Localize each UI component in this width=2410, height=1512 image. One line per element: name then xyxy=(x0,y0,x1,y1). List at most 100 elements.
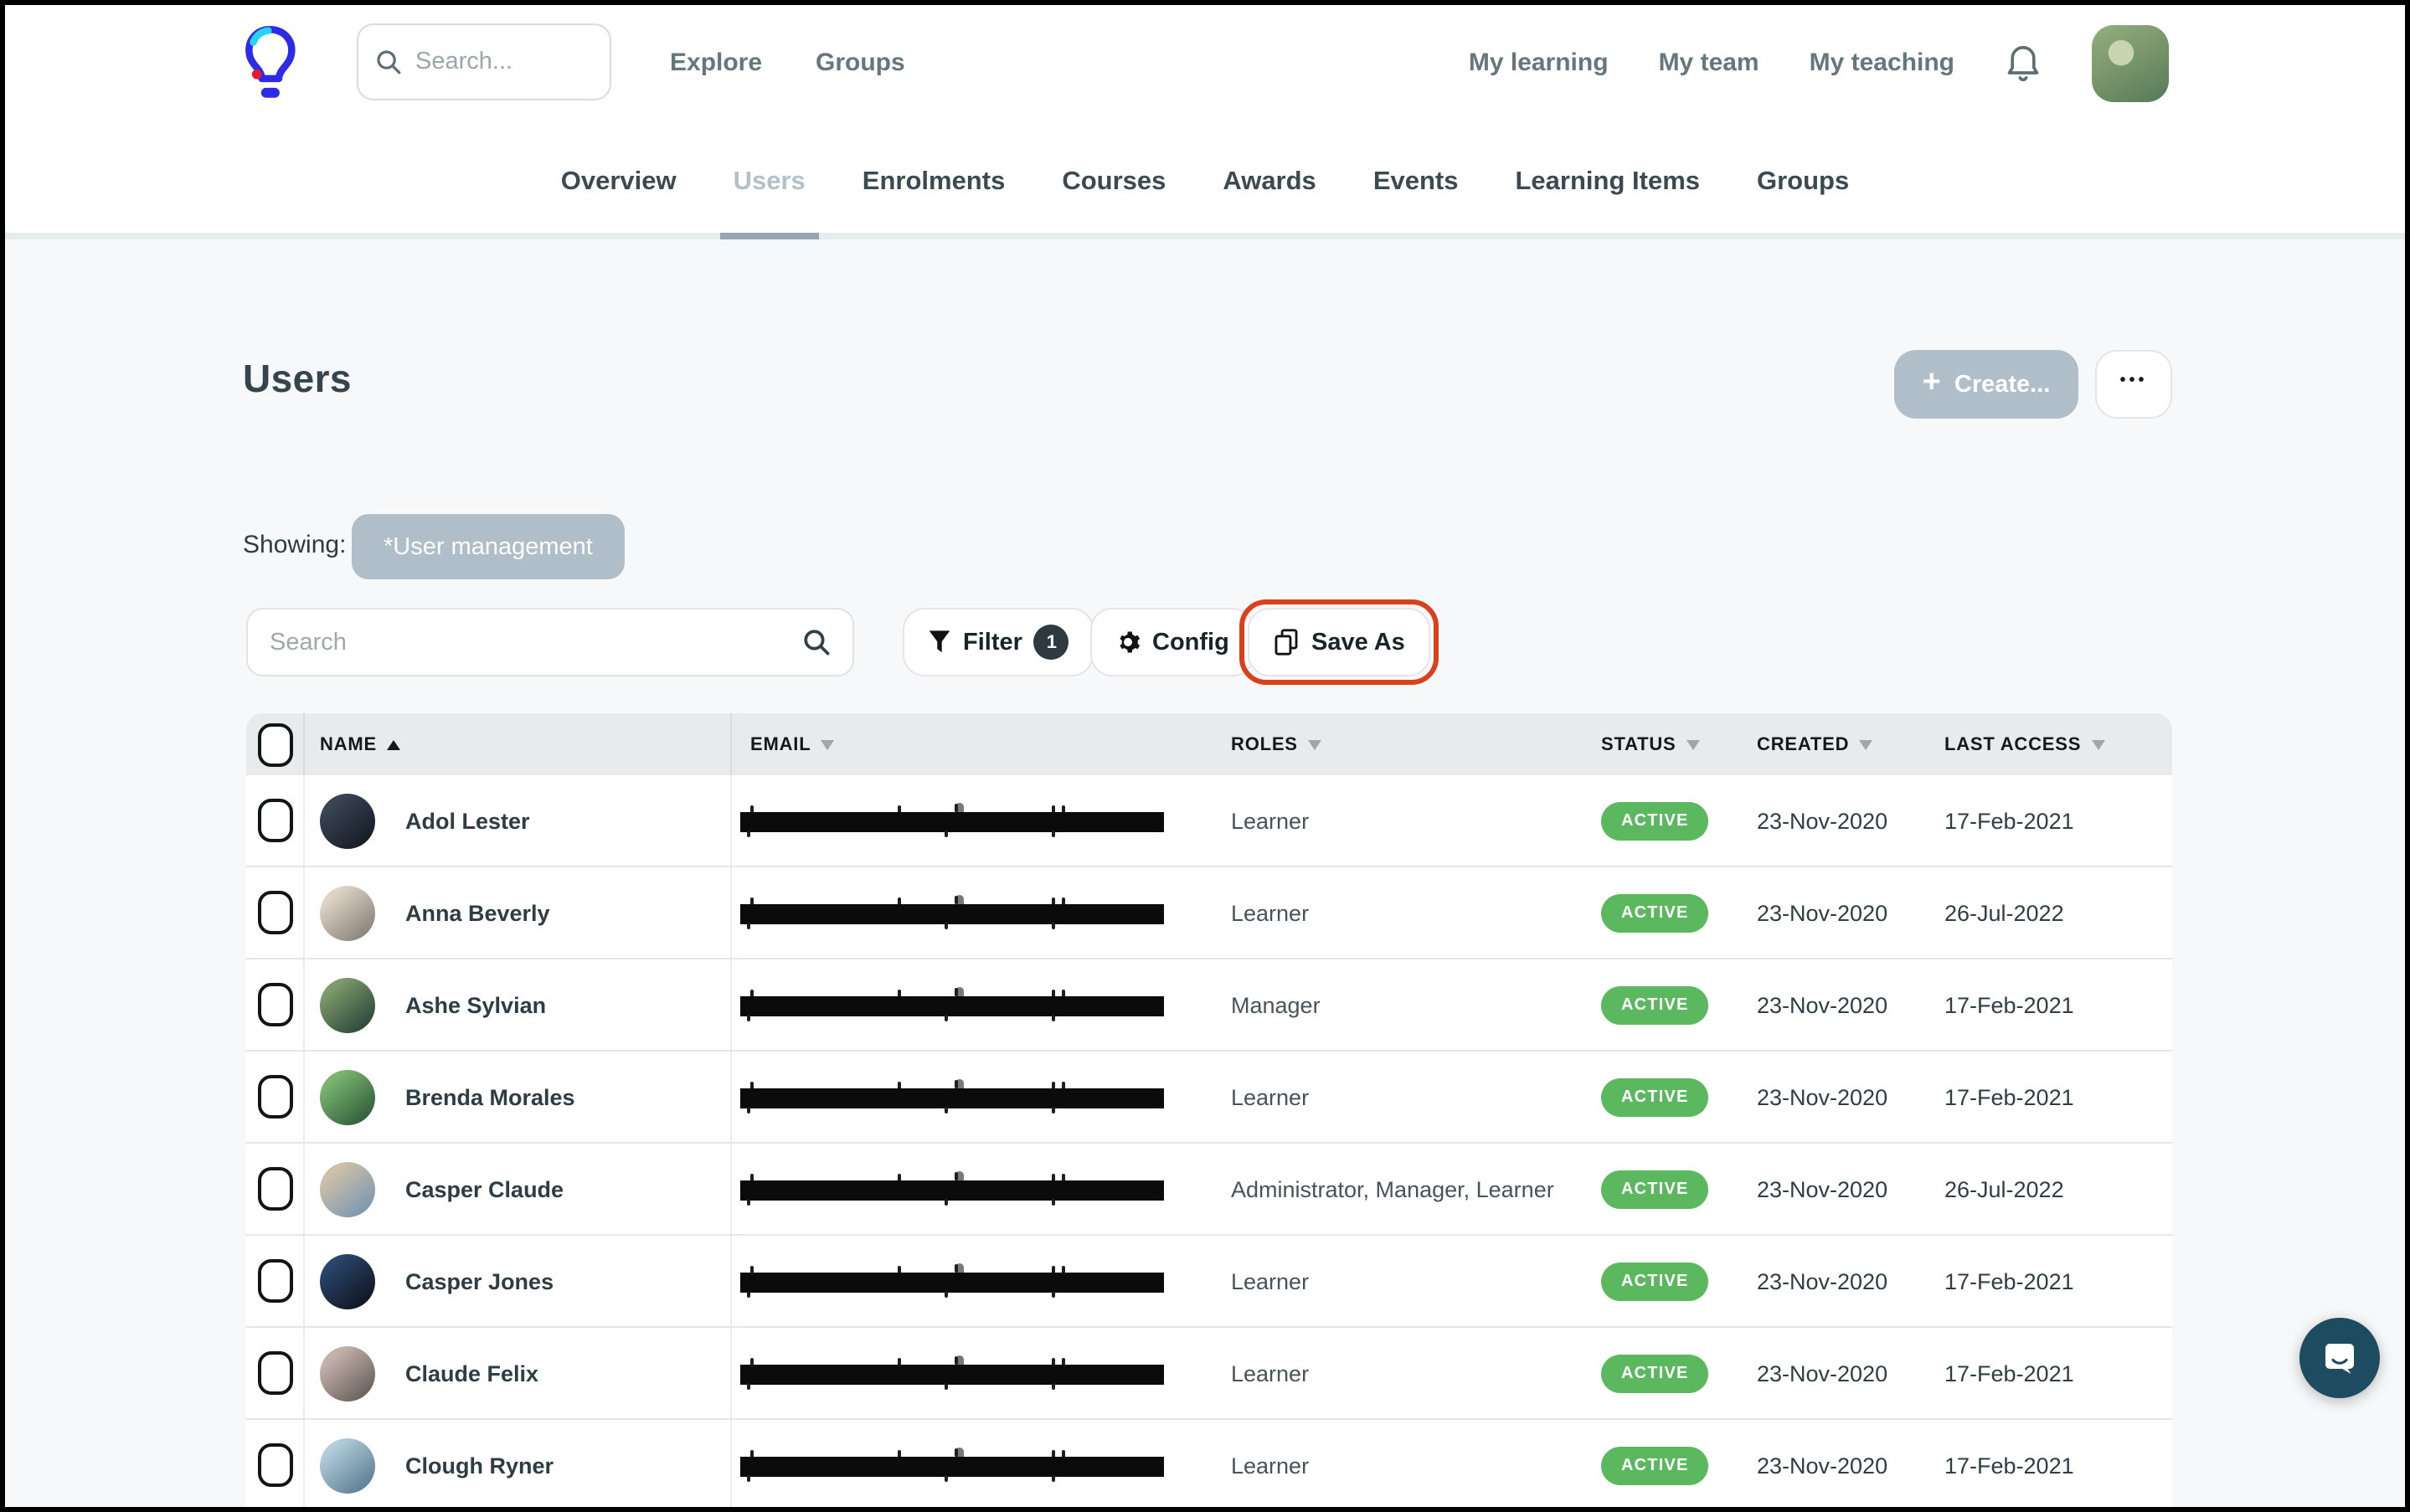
nav-link-explore[interactable]: Explore xyxy=(670,0,762,126)
column-header-created[interactable]: CREATED xyxy=(1737,713,1924,775)
email-cell xyxy=(732,959,1218,1050)
user-name-link[interactable]: Clough Ryner xyxy=(405,1453,554,1478)
row-checkbox[interactable] xyxy=(258,799,293,842)
table-header-row: NAME EMAIL ROLESSTATUS CREATED LAST ACCESS xyxy=(246,713,2172,775)
filter-button[interactable]: Filter 1 xyxy=(903,608,1094,676)
status-badge: ACTIVE xyxy=(1601,1077,1709,1116)
status-cell: ACTIVE xyxy=(1578,1236,1737,1326)
column-header-email[interactable]: EMAIL xyxy=(732,713,1218,775)
user-name-link[interactable]: Casper Claude xyxy=(405,1176,564,1201)
tab-awards[interactable]: Awards xyxy=(1219,126,1319,239)
row-checkbox[interactable] xyxy=(258,1259,293,1303)
tab-courses[interactable]: Courses xyxy=(1058,126,1169,239)
select-all-checkbox[interactable] xyxy=(258,723,293,766)
row-checkbox[interactable] xyxy=(258,1075,293,1119)
user-name-link[interactable]: Ashe Sylvian xyxy=(405,992,546,1017)
last-access-cell: 17-Feb-2021 xyxy=(1924,1236,2172,1326)
last-access-date: 17-Feb-2021 xyxy=(1924,1453,2074,1478)
ellipsis-icon: ••• xyxy=(2119,372,2147,390)
user-name-link[interactable]: Claude Felix xyxy=(405,1360,538,1386)
page-title: Users xyxy=(243,357,352,402)
section-tabs: Overview Users Enrolments Courses Awards Even… xyxy=(0,126,2410,239)
status-badge: ACTIVE xyxy=(1601,893,1709,932)
roles-cell: Learner xyxy=(1218,867,1578,958)
column-header-status[interactable]: STATUS xyxy=(1578,713,1737,775)
roles-cell: Learner xyxy=(1218,1420,1578,1510)
nav-link-groups[interactable]: Groups xyxy=(816,0,905,126)
row-checkbox[interactable] xyxy=(258,983,293,1026)
roles-cell: Learner xyxy=(1218,1052,1578,1142)
redacted-email xyxy=(740,894,1164,931)
saved-view-chip[interactable]: *User management xyxy=(352,514,625,579)
column-header-label: EMAIL xyxy=(750,734,811,754)
row-checkbox[interactable] xyxy=(258,1443,293,1487)
roles-text: Learner xyxy=(1218,808,1309,833)
last-access-date: 26-Jul-2022 xyxy=(1924,900,2064,925)
last-access-cell: 17-Feb-2021 xyxy=(1924,775,2172,866)
chat-launcher-button[interactable] xyxy=(2299,1318,2380,1398)
status-cell: ACTIVE xyxy=(1578,1328,1737,1418)
created-date: 23-Nov-2020 xyxy=(1737,992,1887,1017)
name-cell: Claude Felix xyxy=(305,1328,732,1418)
email-cell xyxy=(732,1328,1218,1418)
save-as-button[interactable]: Save As xyxy=(1248,608,1430,676)
nav-link-my-team[interactable]: My team xyxy=(1659,49,1759,77)
table-row: Adol LesterLearnerACTIVE23-Nov-202017-Fe… xyxy=(246,775,2172,867)
tab-events[interactable]: Events xyxy=(1370,126,1462,239)
row-checkbox[interactable] xyxy=(258,1351,293,1395)
nav-link-my-teaching[interactable]: My teaching xyxy=(1810,49,1954,77)
create-button[interactable]: + Create... xyxy=(1894,350,2078,419)
status-cell: ACTIVE xyxy=(1578,775,1737,866)
table-search-input[interactable] xyxy=(270,629,802,656)
last-access-date: 26-Jul-2022 xyxy=(1924,1176,2064,1201)
notifications-bell-icon[interactable] xyxy=(2005,41,2042,85)
tab-learning-items[interactable]: Learning Items xyxy=(1512,126,1704,239)
column-header-last-access[interactable]: LAST ACCESS xyxy=(1924,713,2172,775)
chat-bubble-icon xyxy=(2318,1336,2361,1380)
created-date: 23-Nov-2020 xyxy=(1737,1084,1887,1109)
more-actions-button[interactable]: ••• xyxy=(2095,350,2172,419)
save-as-button-label: Save As xyxy=(1311,629,1405,656)
top-navigation: Explore Groups My learning My team My te… xyxy=(0,0,2410,126)
status-badge: ACTIVE xyxy=(1601,1354,1709,1392)
tab-users[interactable]: Users xyxy=(730,126,809,239)
row-checkbox[interactable] xyxy=(258,1167,293,1211)
status-badge: ACTIVE xyxy=(1601,1170,1709,1208)
last-access-cell: 17-Feb-2021 xyxy=(1924,1420,2172,1510)
row-checkbox[interactable] xyxy=(258,891,293,934)
config-button[interactable]: Config xyxy=(1090,608,1254,676)
table-row: Casper JonesLearnerACTIVE23-Nov-202017-F… xyxy=(246,1236,2172,1328)
user-name-link[interactable]: Casper Jones xyxy=(405,1268,554,1293)
search-icon[interactable] xyxy=(802,628,831,656)
roles-cell: Learner xyxy=(1218,1328,1578,1418)
global-search-input[interactable] xyxy=(415,49,593,75)
roles-text: Learner xyxy=(1218,1453,1309,1478)
row-avatar xyxy=(320,1437,375,1493)
nav-right-group: My learning My team My teaching xyxy=(1469,0,2169,126)
user-avatar[interactable] xyxy=(2092,24,2169,101)
created-date: 23-Nov-2020 xyxy=(1737,900,1887,925)
column-header-label: CREATED xyxy=(1757,734,1849,754)
redacted-email xyxy=(740,802,1164,839)
copy-pages-icon xyxy=(1273,628,1300,656)
tab-enrolments[interactable]: Enrolments xyxy=(859,126,1009,239)
user-name-link[interactable]: Brenda Morales xyxy=(405,1084,575,1109)
tab-overview[interactable]: Overview xyxy=(558,126,680,239)
redacted-email xyxy=(740,1170,1164,1207)
user-name-link[interactable]: Anna Beverly xyxy=(405,900,550,925)
filter-count-badge: 1 xyxy=(1034,625,1069,660)
column-header-name[interactable]: NAME xyxy=(305,713,732,775)
last-access-date: 17-Feb-2021 xyxy=(1924,1268,2074,1293)
tab-groups[interactable]: Groups xyxy=(1753,126,1852,239)
nav-link-my-learning[interactable]: My learning xyxy=(1469,49,1609,77)
last-access-cell: 17-Feb-2021 xyxy=(1924,959,2172,1050)
plus-icon: + xyxy=(1923,367,1941,399)
table-row: Clough RynerLearnerACTIVE23-Nov-202017-F… xyxy=(246,1420,2172,1512)
created-date: 23-Nov-2020 xyxy=(1737,1360,1887,1386)
user-name-link[interactable]: Adol Lester xyxy=(405,808,530,833)
column-header-roles[interactable]: ROLES xyxy=(1218,713,1578,775)
config-button-label: Config xyxy=(1152,629,1229,656)
lightbulb-logo-icon[interactable] xyxy=(241,22,298,105)
redacted-email xyxy=(740,1263,1164,1299)
redacted-email xyxy=(740,1447,1164,1484)
